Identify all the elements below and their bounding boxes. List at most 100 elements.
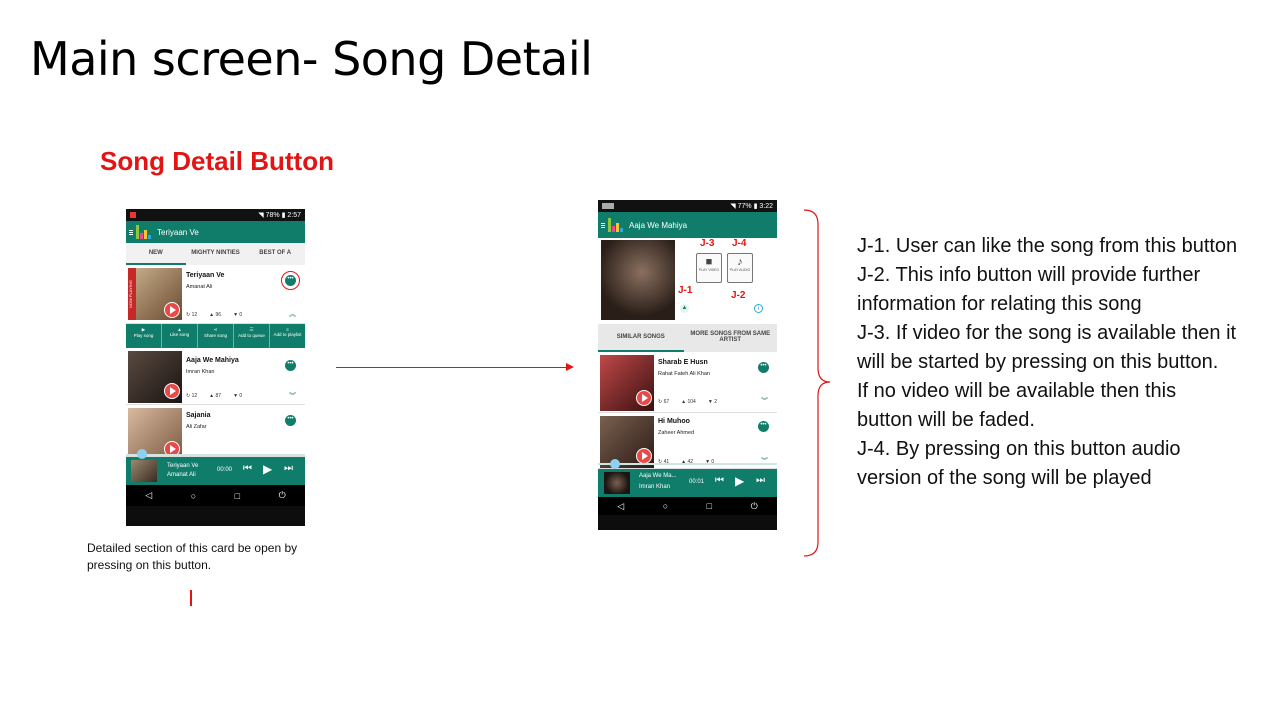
recents-icon[interactable]: □: [235, 491, 240, 501]
like-song-action[interactable]: ▲ Like song: [162, 324, 198, 348]
battery-level: 78%: [265, 212, 280, 219]
seek-bar[interactable]: [598, 463, 777, 465]
add-to-playlist-action[interactable]: ≡ Add to playlist: [270, 324, 305, 348]
play-button[interactable]: [164, 383, 180, 399]
plays-count: 12: [191, 312, 198, 318]
menu-icon[interactable]: [601, 222, 605, 228]
song-stats: ↻ 12 ▲ 87 ▼ 0: [186, 393, 242, 399]
arrow-line: [336, 367, 568, 368]
likes-stat[interactable]: ▲ 104: [681, 399, 696, 405]
label-j4: J-4: [732, 238, 747, 249]
plays-count: 12: [191, 393, 198, 399]
song-title: Sharab E Husn: [658, 359, 708, 366]
play-audio-button[interactable]: ♪ PLAY AUDIO: [727, 253, 753, 283]
home-icon[interactable]: ○: [663, 501, 668, 511]
song-detail-button[interactable]: •••: [285, 415, 296, 426]
song-artist: Imran Khan: [186, 369, 215, 375]
song-card[interactable]: Aaja We Mahiya Imran Khan ••• ↻ 12 ▲ 87 …: [126, 348, 305, 405]
chevron-up-icon[interactable]: ︽: [289, 309, 296, 319]
tab-new[interactable]: NEW: [126, 243, 186, 265]
dislikes-stat[interactable]: ▼ 2: [708, 399, 717, 405]
wifi-icon: ◥: [258, 212, 264, 219]
song-detail-panel: J-3 J-4 ■ PLAY VIDEO ♪ PLAY AUDIO J-1 J-…: [598, 238, 777, 324]
next-icon[interactable]: ⏭: [756, 475, 765, 486]
tab-similar-songs[interactable]: SIMILAR SONGS: [598, 324, 684, 352]
label-j1: J-1: [678, 285, 693, 296]
song-card[interactable]: Sharab E Husn Rahat Fateh Ali Khan ••• ↻…: [598, 352, 777, 413]
previous-icon[interactable]: ⏮: [715, 475, 724, 486]
play-song-action[interactable]: ▶ Play song: [126, 324, 162, 348]
mini-player: Teriyaan Ve Amanat Ali 00:00 ⏮ ▶ ⏭: [126, 449, 305, 485]
note-line: information for relating this song: [857, 293, 1142, 315]
song-detail-button[interactable]: •••: [758, 362, 769, 373]
previous-icon[interactable]: ⏮: [243, 463, 252, 474]
history-icon: ↻: [658, 399, 663, 405]
play-icon[interactable]: ▶: [735, 474, 744, 488]
add-to-queue-action[interactable]: ☰ Add to queue: [234, 324, 270, 348]
phone1-caption: Detailed section of this card be open by…: [87, 541, 298, 572]
back-icon[interactable]: ◁: [145, 490, 152, 501]
play-button[interactable]: [164, 302, 180, 318]
play-button[interactable]: [636, 390, 652, 406]
play-button[interactable]: [636, 448, 652, 464]
power-icon[interactable]: ⏻: [751, 501, 758, 512]
player-artist: Amanat Ali: [167, 472, 196, 478]
tab-mighty-ninties[interactable]: MIGHTY NINTIES: [186, 243, 246, 265]
plays-stat: ↻ 12: [186, 393, 197, 399]
power-icon[interactable]: ⏻: [279, 490, 286, 501]
chevron-down-icon[interactable]: ︾: [289, 391, 296, 401]
song-card[interactable]: Sajania Ali Zafar •••: [126, 405, 305, 457]
section-title: Song Detail Button: [100, 146, 334, 176]
chevron-down-icon[interactable]: ︾: [761, 396, 768, 406]
tab-more-songs-same-artist[interactable]: MORE SONGS FROM SAME ARTIST: [684, 324, 778, 352]
clock: 3:22: [759, 203, 773, 210]
app-bar: Teriyaan Ve: [126, 221, 305, 243]
dislikes-count: 0: [239, 312, 243, 318]
queue-icon: ☰: [249, 327, 254, 332]
status-right: ◥ 77% ▮ 3:22: [730, 202, 773, 210]
info-icon[interactable]: i: [754, 304, 763, 313]
likes-count: 104: [687, 399, 696, 405]
history-icon: ↻: [186, 312, 191, 318]
song-card-now-playing[interactable]: NOW PLAYING Teriyaan Ve Amanat Ali ••• ↻…: [126, 265, 305, 324]
share-song-action[interactable]: ⋖ Share song: [198, 324, 234, 348]
highlight-circle: [281, 271, 300, 290]
app-notification-icon: [130, 212, 136, 218]
song-detail-button[interactable]: •••: [285, 360, 296, 371]
dislikes-stat[interactable]: ▼ 0: [233, 312, 242, 318]
thumbs-up-icon: ▲: [681, 399, 687, 405]
likes-count: 96: [215, 312, 222, 318]
play-video-button[interactable]: ■ PLAY VIDEO: [696, 253, 722, 283]
seek-handle[interactable]: [610, 459, 620, 469]
next-icon[interactable]: ⏭: [284, 463, 293, 474]
red-marker: [190, 590, 192, 606]
likes-stat[interactable]: ▲ 87: [209, 393, 221, 399]
like-thumbs-up-icon[interactable]: ▲: [680, 304, 689, 313]
explanation-notes: J-1. User can like the song from this bu…: [857, 232, 1277, 493]
menu-icon[interactable]: [129, 229, 133, 235]
note-line: If no video will be available then this: [857, 380, 1177, 402]
mini-player: Aaja We Ma... Imran Khan 00:01 ⏮ ▶ ⏭: [598, 459, 777, 497]
recents-icon[interactable]: □: [707, 501, 712, 511]
thumbs-up-icon: ▲: [209, 312, 215, 318]
seek-handle[interactable]: [137, 449, 147, 459]
note-line: will be started by pressing on this butt…: [857, 351, 1219, 373]
song-artwork: [601, 240, 675, 320]
status-bar: ◥ 77% ▮ 3:22: [598, 200, 777, 212]
slide-title: Main screen- Song Detail: [30, 32, 593, 86]
tab-best-of[interactable]: BEST OF A: [245, 243, 305, 265]
seek-bar[interactable]: [126, 454, 305, 456]
song-detail-button[interactable]: •••: [758, 421, 769, 432]
likes-stat[interactable]: ▲ 96: [209, 312, 221, 318]
song-card[interactable]: Hi Muhoo Zaheer Ahmed ••• ↻ 41 ▲ 42 ▼ 0 …: [598, 413, 777, 469]
note-line: button will be faded.: [857, 409, 1035, 431]
history-icon: ↻: [186, 393, 191, 399]
dislikes-stat[interactable]: ▼ 0: [233, 393, 242, 399]
song-action-bar: ▶ Play song ▲ Like song ⋖ Share song ☰ Add t…: [126, 324, 305, 348]
song-stats: ↻ 67 ▲ 104 ▼ 2: [658, 399, 717, 405]
home-icon[interactable]: ○: [191, 491, 196, 501]
android-nav-bar: ◁ ○ □ ⏻: [126, 485, 305, 506]
play-icon[interactable]: ▶: [263, 462, 272, 476]
back-icon[interactable]: ◁: [617, 501, 624, 512]
note-line: J-1. User can like the song from this bu…: [857, 235, 1238, 257]
